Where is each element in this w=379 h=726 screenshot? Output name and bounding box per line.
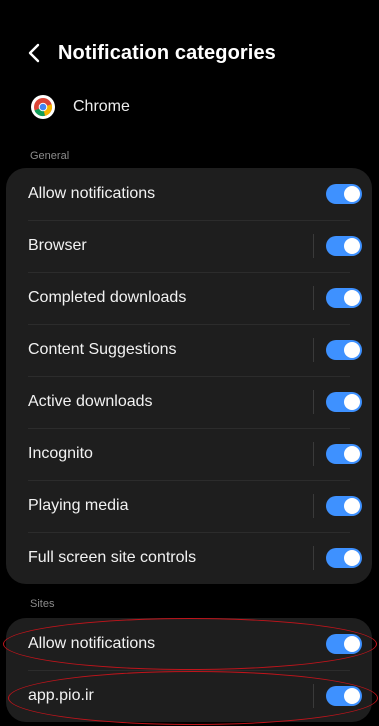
list-item[interactable]: Browser (6, 220, 372, 272)
item-label: Allow notifications (28, 635, 156, 652)
divider (313, 494, 314, 518)
toggle-switch[interactable] (326, 340, 362, 360)
list-item[interactable]: Playing media (6, 480, 372, 532)
item-label: app.pio.ir (28, 687, 94, 704)
item-label: Full screen site controls (28, 549, 197, 566)
item-label: Completed downloads (28, 289, 187, 306)
toggle-knob (344, 394, 360, 410)
list-item[interactable]: Completed downloads (6, 272, 372, 324)
toggle-knob (344, 446, 360, 462)
chrome-icon (31, 95, 55, 119)
toggle-knob (344, 550, 360, 566)
list-item[interactable]: app.pio.ir (6, 670, 372, 722)
item-label: Active downloads (28, 393, 153, 410)
toggle-switch[interactable] (326, 634, 362, 654)
app-bar: Notification categories (0, 30, 379, 76)
sites-card: Allow notifications app.pio.ir (6, 618, 372, 722)
toggle-knob (344, 688, 360, 704)
back-button[interactable] (22, 41, 46, 65)
chevron-left-icon (28, 43, 40, 63)
divider (313, 546, 314, 570)
item-label: Incognito (28, 445, 93, 462)
list-item[interactable]: Allow notifications (6, 168, 372, 220)
toggle-switch[interactable] (326, 444, 362, 464)
app-name: Chrome (73, 98, 130, 115)
section-header-general: General (30, 150, 70, 162)
item-label: Browser (28, 237, 87, 254)
divider (313, 338, 314, 362)
toggle-switch[interactable] (326, 184, 362, 204)
toggle-knob (344, 342, 360, 358)
item-label: Playing media (28, 497, 129, 514)
divider (313, 684, 314, 708)
toggle-switch[interactable] (326, 686, 362, 706)
divider (313, 286, 314, 310)
toggle-knob (344, 238, 360, 254)
item-label: Content Suggestions (28, 341, 177, 358)
app-info-row[interactable]: Chrome (0, 88, 379, 126)
toggle-switch[interactable] (326, 288, 362, 308)
toggle-switch[interactable] (326, 548, 362, 568)
list-item[interactable]: Content Suggestions (6, 324, 372, 376)
divider (313, 390, 314, 414)
list-item[interactable]: Active downloads (6, 376, 372, 428)
toggle-switch[interactable] (326, 236, 362, 256)
toggle-switch[interactable] (326, 392, 362, 412)
item-label: Allow notifications (28, 185, 156, 202)
list-item[interactable]: Allow notifications (6, 618, 372, 670)
divider (313, 234, 314, 258)
general-card: Allow notifications Browser Completed do… (6, 168, 372, 584)
divider (313, 442, 314, 466)
toggle-knob (344, 290, 360, 306)
toggle-switch[interactable] (326, 496, 362, 516)
page-title: Notification categories (58, 41, 276, 64)
section-header-sites: Sites (30, 598, 55, 610)
list-item[interactable]: Incognito (6, 428, 372, 480)
list-item[interactable]: Full screen site controls (6, 532, 372, 584)
toggle-knob (344, 636, 360, 652)
toggle-knob (344, 498, 360, 514)
toggle-knob (344, 186, 360, 202)
